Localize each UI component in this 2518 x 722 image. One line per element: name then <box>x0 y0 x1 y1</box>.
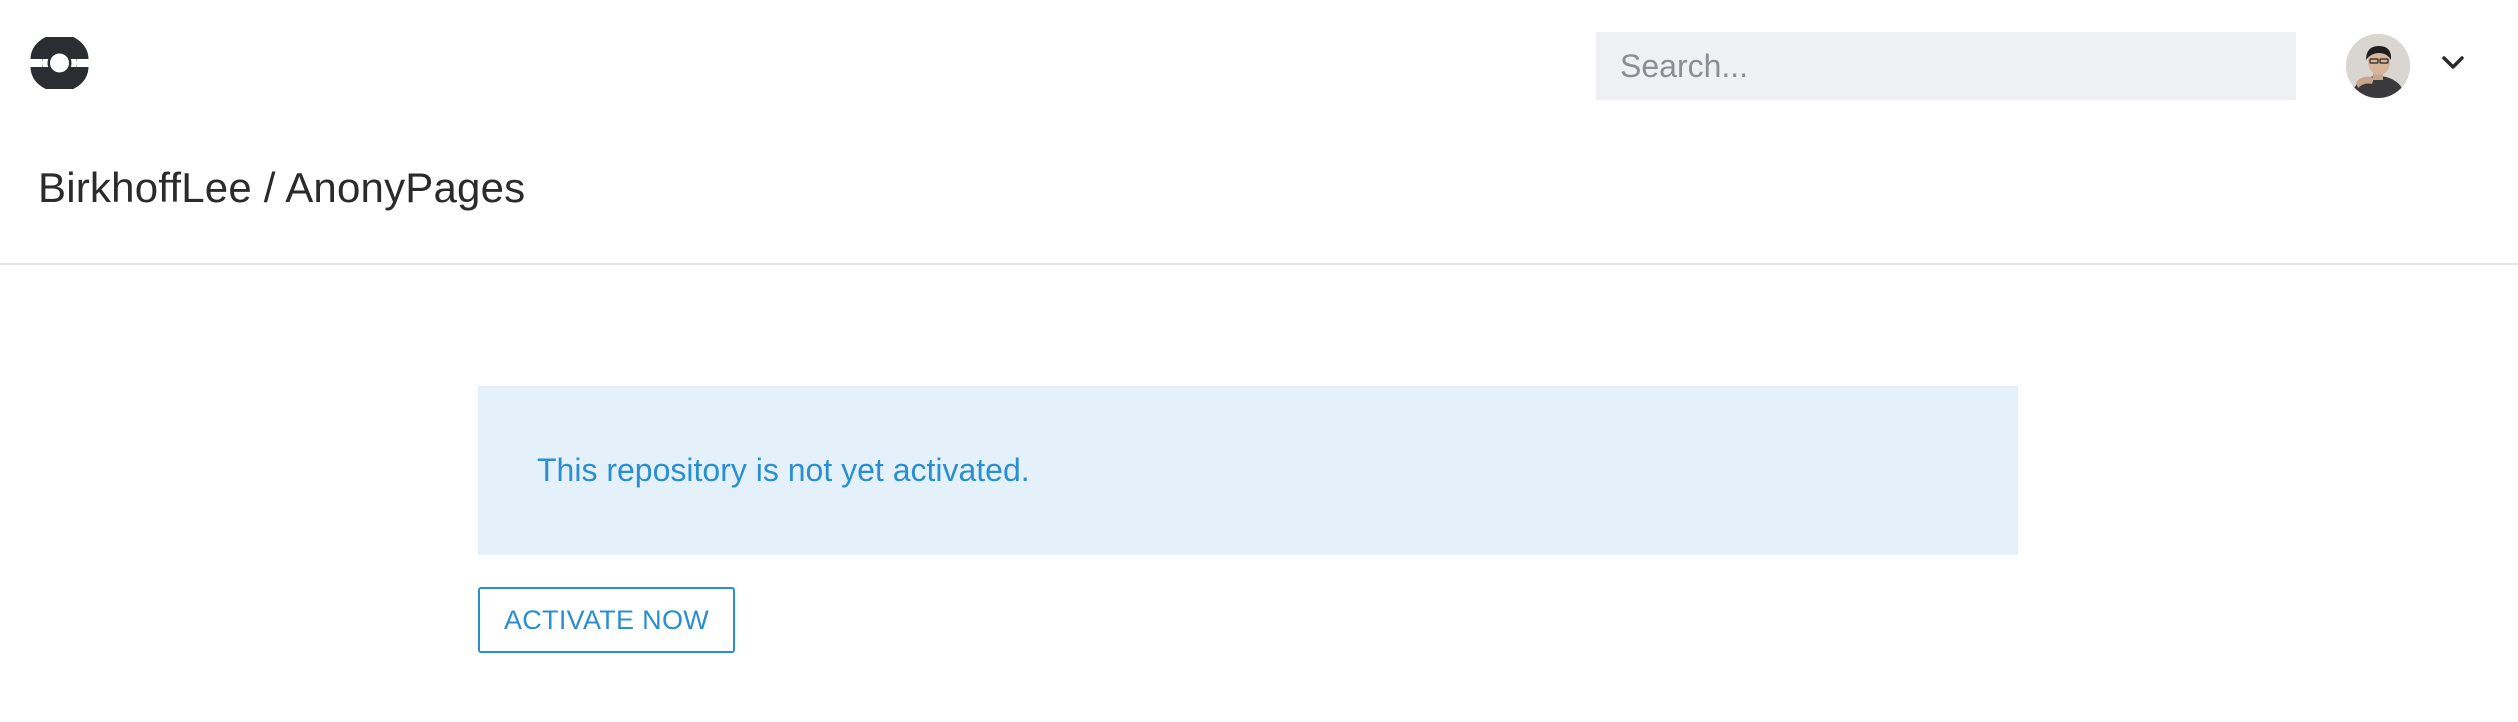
chevron-down-icon[interactable] <box>2438 50 2468 74</box>
user-avatar[interactable] <box>2346 34 2410 98</box>
header-divider <box>0 263 2518 265</box>
alert-message: This repository is not yet activated. <box>537 452 1030 488</box>
activate-now-button[interactable]: ACTIVATE NOW <box>478 587 735 653</box>
inactive-repository-alert: This repository is not yet activated. <box>478 386 2018 555</box>
top-navigation-bar <box>0 0 2518 130</box>
repository-title: BirkhoffLee / AnonyPages <box>38 164 526 211</box>
drone-logo-icon[interactable] <box>29 37 90 89</box>
search-input[interactable] <box>1596 32 2296 100</box>
